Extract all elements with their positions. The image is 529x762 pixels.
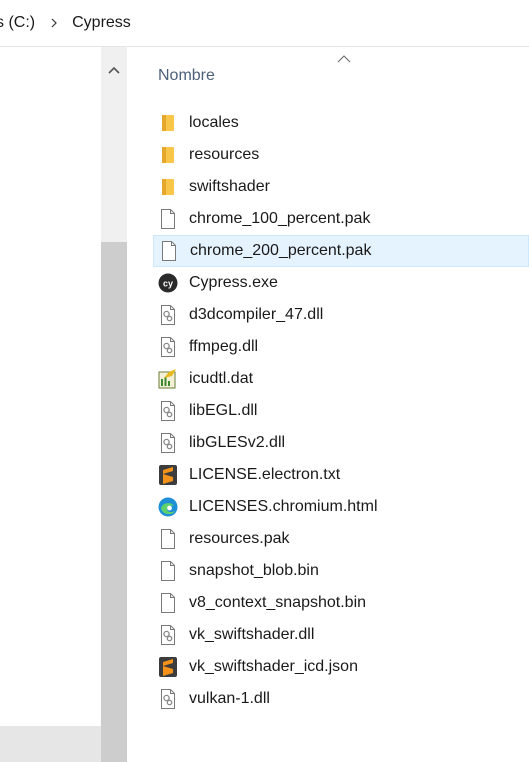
- edge-browser-icon: [158, 496, 178, 518]
- dll-icon: [158, 624, 178, 646]
- file-name: Cypress.exe: [189, 274, 278, 291]
- file-name: libEGL.dll: [189, 402, 258, 419]
- file-name: LICENSES.chromium.html: [189, 498, 378, 515]
- sort-ascending-icon: [337, 55, 351, 63]
- file-name: icudtl.dat: [189, 370, 254, 387]
- file-name: vk_swiftshader_icd.json: [189, 658, 358, 675]
- folder-icon: [158, 176, 178, 198]
- file-row[interactable]: ffmpeg.dll: [153, 331, 529, 363]
- file-icon: [158, 208, 178, 230]
- breadcrumb-folder[interactable]: Cypress: [72, 14, 131, 32]
- data-file-icon: [158, 368, 178, 390]
- nav-selected-item[interactable]: [0, 726, 101, 762]
- dll-icon: [158, 304, 178, 326]
- file-name: LICENSE.electron.txt: [189, 466, 341, 483]
- file-name: d3dcompiler_47.dll: [189, 306, 324, 323]
- file-row[interactable]: chrome_200_percent.pak: [153, 235, 529, 267]
- breadcrumb-drive[interactable]: s (C:): [0, 14, 35, 32]
- sublime-text-icon: [158, 656, 178, 678]
- file-row[interactable]: chrome_100_percent.pak: [153, 203, 529, 235]
- file-row[interactable]: swiftshader: [153, 171, 529, 203]
- file-name: ffmpeg.dll: [189, 338, 259, 355]
- file-row[interactable]: vk_swiftshader.dll: [153, 619, 529, 651]
- file-icon: [158, 560, 178, 582]
- file-row[interactable]: d3dcompiler_47.dll: [153, 299, 529, 331]
- file-row[interactable]: libEGL.dll: [153, 395, 529, 427]
- column-header-name[interactable]: Nombre: [158, 67, 215, 85]
- scroll-up-button[interactable]: [101, 47, 127, 93]
- nav-scrollbar[interactable]: [101, 47, 127, 762]
- cypress-app-icon: cy: [158, 272, 178, 294]
- file-row[interactable]: resources.pak: [153, 523, 529, 555]
- address-breadcrumb[interactable]: s (C:) Cypress: [0, 0, 529, 47]
- dll-icon: [158, 400, 178, 422]
- file-row[interactable]: LICENSE.electron.txt: [153, 459, 529, 491]
- dll-icon: [158, 688, 178, 710]
- file-row[interactable]: vulkan-1.dll: [153, 683, 529, 715]
- file-name: chrome_100_percent.pak: [189, 210, 371, 227]
- file-row[interactable]: icudtl.dat: [153, 363, 529, 395]
- file-row[interactable]: cy Cypress.exe: [153, 267, 529, 299]
- dll-icon: [158, 432, 178, 454]
- chevron-up-icon: [108, 66, 120, 74]
- file-row[interactable]: snapshot_blob.bin: [153, 555, 529, 587]
- file-name: resources.pak: [189, 530, 290, 547]
- svg-text:cy: cy: [163, 279, 173, 289]
- dll-icon: [158, 336, 178, 358]
- file-icon: [159, 240, 179, 262]
- file-name: v8_context_snapshot.bin: [189, 594, 367, 611]
- file-icon: [158, 528, 178, 550]
- file-name: resources: [189, 146, 260, 163]
- file-row[interactable]: locales: [153, 107, 529, 139]
- navigation-pane[interactable]: [0, 47, 101, 762]
- file-name: locales: [189, 114, 239, 131]
- file-name: vk_swiftshader.dll: [189, 626, 315, 643]
- file-name: libGLESv2.dll: [189, 434, 286, 451]
- file-row[interactable]: LICENSES.chromium.html: [153, 491, 529, 523]
- file-icon: [158, 592, 178, 614]
- file-row[interactable]: resources: [153, 139, 529, 171]
- folder-icon: [158, 144, 178, 166]
- file-name: snapshot_blob.bin: [189, 562, 319, 579]
- folder-icon: [158, 112, 178, 134]
- scrollbar-thumb[interactable]: [101, 242, 127, 762]
- chevron-right-icon[interactable]: [49, 18, 59, 28]
- file-row[interactable]: libGLESv2.dll: [153, 427, 529, 459]
- file-name: chrome_200_percent.pak: [190, 242, 372, 259]
- file-row[interactable]: vk_swiftshader_icd.json: [153, 651, 529, 683]
- file-row[interactable]: v8_context_snapshot.bin: [153, 587, 529, 619]
- file-name: swiftshader: [189, 178, 270, 195]
- sublime-text-icon: [158, 464, 178, 486]
- file-list: Nombre locales resources swiftshader chrome…: [127, 47, 529, 762]
- file-name: vulkan-1.dll: [189, 690, 270, 707]
